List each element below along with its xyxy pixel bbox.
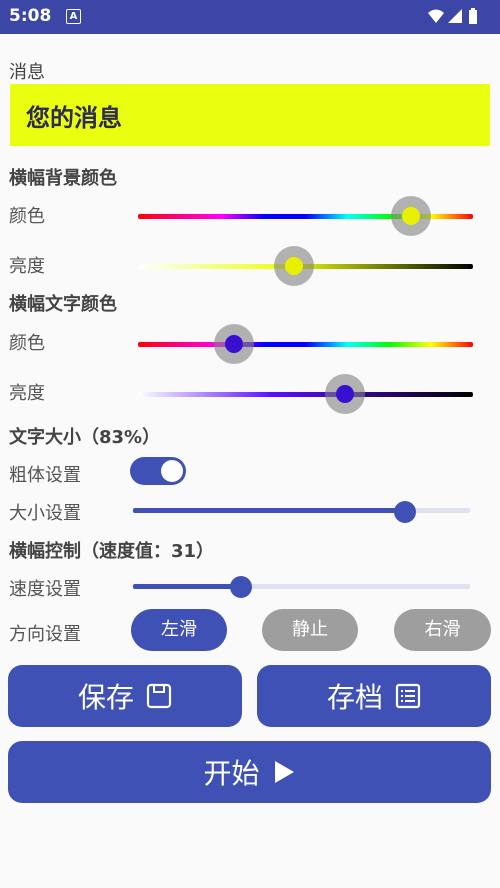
message-text: 您的消息 xyxy=(26,104,122,132)
message-input[interactable]: 您的消息 xyxy=(10,84,490,146)
banner-control-title: 横幅控制（速度值：31） xyxy=(9,541,215,562)
signal-icon xyxy=(448,9,462,23)
save-button[interactable]: 保存 xyxy=(8,665,242,727)
bg-color-slider[interactable] xyxy=(138,196,473,236)
text-color-label: 颜色 xyxy=(9,333,45,354)
direction-stop-button[interactable]: 静止 xyxy=(262,609,358,651)
bg-color-label: 颜色 xyxy=(9,206,45,227)
status-bar: 5:08 A xyxy=(0,0,500,34)
archive-button[interactable]: 存档 xyxy=(257,665,491,727)
bold-label: 粗体设置 xyxy=(9,465,81,486)
status-icons xyxy=(426,8,486,30)
bold-toggle[interactable] xyxy=(130,457,186,485)
message-label: 消息 xyxy=(9,62,45,83)
direction-label: 方向设置 xyxy=(9,624,81,645)
text-brightness-label: 亮度 xyxy=(9,383,45,404)
start-button[interactable]: 开始 xyxy=(8,741,491,803)
text-brightness-slider[interactable] xyxy=(138,374,473,414)
text-color-slider[interactable] xyxy=(138,324,473,364)
list-icon xyxy=(395,683,421,709)
text-size-title: 文字大小（83%） xyxy=(9,427,161,448)
speed-label: 速度设置 xyxy=(9,579,81,600)
start-label: 开始 xyxy=(203,757,260,790)
save-icon xyxy=(146,683,172,709)
banner-text-title: 横幅文字颜色 xyxy=(9,294,117,315)
size-slider[interactable] xyxy=(133,499,470,523)
banner-background-title: 横幅背景颜色 xyxy=(9,168,117,189)
bg-brightness-label: 亮度 xyxy=(9,256,45,277)
size-label: 大小设置 xyxy=(9,503,81,524)
play-icon xyxy=(274,761,294,783)
archive-label: 存档 xyxy=(326,681,383,714)
direction-left-button[interactable]: 左滑 xyxy=(131,609,227,651)
bg-brightness-slider[interactable] xyxy=(138,246,473,286)
bold-toggle-thumb xyxy=(161,460,183,482)
notification-icon: A xyxy=(66,9,81,24)
speed-slider[interactable] xyxy=(133,575,470,599)
direction-right-button[interactable]: 右滑 xyxy=(394,609,491,651)
battery-icon xyxy=(469,8,477,24)
status-time: 5:08 xyxy=(9,6,52,26)
save-label: 保存 xyxy=(77,681,134,714)
wifi-icon xyxy=(428,9,444,23)
